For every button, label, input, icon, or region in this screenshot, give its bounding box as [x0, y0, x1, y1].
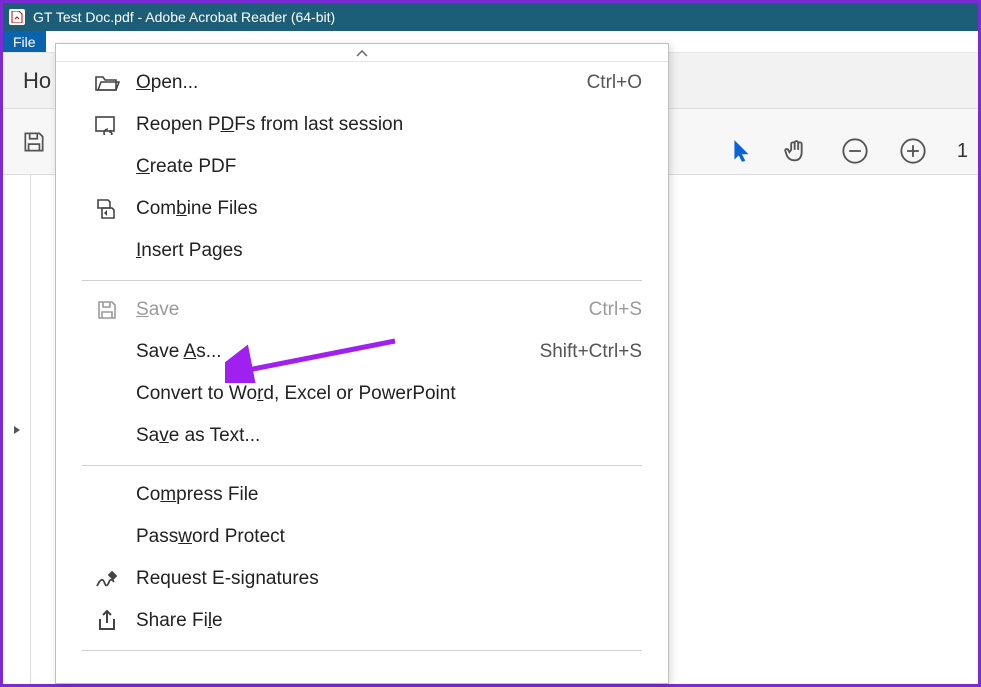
menu-scroll-up[interactable]	[56, 44, 668, 62]
menu-esign-label: Request E-signatures	[136, 568, 642, 590]
menu-compress-label: Compress File	[136, 484, 642, 506]
share-upload-icon	[92, 609, 122, 633]
menu-save-as-label: Save As...	[136, 341, 540, 363]
menu-save-as[interactable]: Save As... Shift+Ctrl+S	[56, 331, 668, 373]
menu-insert-pages[interactable]: Insert Pages	[56, 230, 668, 272]
menu-reopen-label: Reopen PDFs from last session	[136, 114, 642, 136]
folder-open-icon	[92, 71, 122, 95]
menu-open[interactable]: Open... Ctrl+O	[56, 62, 668, 104]
selection-cursor-icon[interactable]	[731, 138, 753, 164]
menu-save-as-shortcut: Shift+Ctrl+S	[540, 341, 642, 363]
menu-combine[interactable]: Combine Files	[56, 188, 668, 230]
menu-separator	[82, 280, 642, 281]
zoom-level: 1	[957, 140, 968, 163]
menu-open-shortcut: Ctrl+O	[587, 72, 642, 94]
menu-password-label: Password Protect	[136, 526, 642, 548]
hand-pan-icon[interactable]	[783, 137, 811, 165]
menu-create-pdf-label: Create PDF	[136, 156, 642, 178]
menu-save-text[interactable]: Save as Text...	[56, 415, 668, 457]
combine-files-icon	[92, 197, 122, 221]
save-disk-icon	[92, 298, 122, 322]
zoom-in-icon[interactable]	[899, 137, 927, 165]
menu-separator	[82, 465, 642, 466]
menu-open-label: Open...	[136, 72, 587, 94]
menu-esign[interactable]: Request E-signatures	[56, 558, 668, 600]
menu-file[interactable]: File	[3, 31, 46, 52]
file-menu-dropdown: Open... Ctrl+O Reopen PDFs from last ses…	[55, 43, 669, 684]
menu-save-shortcut: Ctrl+S	[589, 299, 642, 321]
menu-share[interactable]: Share File	[56, 600, 668, 642]
menu-reopen[interactable]: Reopen PDFs from last session	[56, 104, 668, 146]
save-icon[interactable]	[21, 129, 47, 155]
menu-save-text-label: Save as Text...	[136, 425, 642, 447]
zoom-out-icon[interactable]	[841, 137, 869, 165]
menu-convert-label: Convert to Word, Excel or PowerPoint	[136, 383, 642, 405]
titlebar: GT Test Doc.pdf - Adobe Acrobat Reader (…	[3, 3, 978, 31]
menu-convert[interactable]: Convert to Word, Excel or PowerPoint	[56, 373, 668, 415]
menu-insert-pages-label: Insert Pages	[136, 240, 642, 262]
menu-password[interactable]: Password Protect	[56, 516, 668, 558]
window-title: GT Test Doc.pdf - Adobe Acrobat Reader (…	[33, 9, 335, 25]
menu-separator	[82, 650, 642, 651]
menu-share-label: Share File	[136, 610, 642, 632]
menu-combine-label: Combine Files	[136, 198, 642, 220]
tab-home[interactable]: Ho	[23, 68, 51, 94]
menu-create-pdf[interactable]: Create PDF	[56, 146, 668, 188]
signature-icon	[92, 567, 122, 591]
reopen-icon	[92, 113, 122, 137]
pdf-file-icon	[9, 9, 25, 25]
menu-save-label: Save	[136, 299, 589, 321]
right-tools: 1	[731, 121, 978, 181]
side-panel-toggle[interactable]	[3, 175, 31, 684]
app-window: GT Test Doc.pdf - Adobe Acrobat Reader (…	[0, 0, 981, 687]
menu-compress[interactable]: Compress File	[56, 474, 668, 516]
menu-save: Save Ctrl+S	[56, 289, 668, 331]
